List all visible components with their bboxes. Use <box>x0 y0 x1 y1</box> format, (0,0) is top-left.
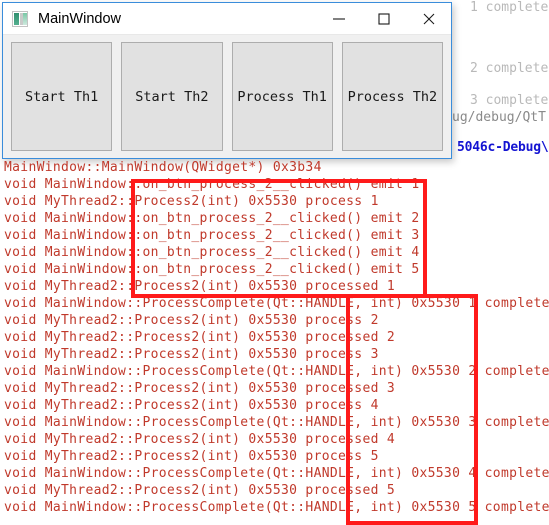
console-log-line: void MainWindow::ProcessComplete(Qt::HAN… <box>4 415 549 430</box>
button-row: Start Th1 Start Th2 Process Th1 Process … <box>3 34 451 160</box>
window-title: MainWindow <box>38 10 121 27</box>
console-log-line: void MyThread2::Process2(int) 0x5530 pro… <box>4 347 379 362</box>
close-icon <box>423 13 434 24</box>
console-log-line: void MainWindow::ProcessComplete(Qt::HAN… <box>4 364 549 379</box>
console-log-line: void MyThread2::Process2(int) 0x5530 pro… <box>4 449 379 464</box>
console-log-line: void MyThread2::Process2(int) 0x5530 pro… <box>4 432 396 447</box>
console-log-line: void MainWindow::on_btn_process_2__click… <box>4 177 420 192</box>
console-log-line: void MyThread2::Process2(int) 0x5530 pro… <box>4 279 396 294</box>
console-log-line: void MyThread2::Process2(int) 0x5530 pro… <box>4 483 396 498</box>
background-console-line: 1 complete <box>470 0 549 15</box>
qt-app-icon <box>12 10 28 27</box>
console-log-line: void MainWindow::on_btn_process_2__click… <box>4 262 420 277</box>
btn-start-th1[interactable]: Start Th1 <box>11 42 113 151</box>
title-bar[interactable]: MainWindow <box>3 3 451 35</box>
maximize-icon <box>377 12 390 25</box>
console-log-line: void MainWindow::ProcessComplete(Qt::HAN… <box>4 466 549 481</box>
console-log-line: void MyThread2::Process2(int) 0x5530 pro… <box>4 330 396 345</box>
console-log-line: void MainWindow::on_btn_process_2__click… <box>4 211 420 226</box>
maximize-button[interactable] <box>361 3 406 34</box>
background-console-line: 5046c-Debug\ <box>457 140 549 155</box>
background-console-line: 3 complete <box>470 93 549 108</box>
console-log-line: void MyThread2::Process2(int) 0x5530 pro… <box>4 194 379 209</box>
minimize-button[interactable] <box>316 3 361 34</box>
btn-start-th2[interactable]: Start Th2 <box>121 42 223 151</box>
console-log-line: void MyThread2::Process2(int) 0x5530 pro… <box>4 398 379 413</box>
console-log-line: void MainWindow::ProcessComplete(Qt::HAN… <box>4 500 549 515</box>
minimize-icon <box>332 17 345 20</box>
console-log-line: void MainWindow::on_btn_process_2__click… <box>4 245 420 260</box>
btn-process-th2[interactable]: Process Th2 <box>341 42 443 151</box>
console-log-line: void MainWindow::on_btn_process_2__click… <box>4 228 420 243</box>
close-button[interactable] <box>406 3 451 34</box>
console-log-line: void MainWindow::ProcessComplete(Qt::HAN… <box>4 296 549 311</box>
main-window[interactable]: MainWindow Start Th1 Start Th2 Process T… <box>2 2 452 159</box>
console-output[interactable]: MainWindow::MainWindow(QWidget*) 0x3b34v… <box>0 160 549 521</box>
btn-process-th1[interactable]: Process Th1 <box>231 42 333 151</box>
background-console-line: 2 complete <box>470 61 549 76</box>
background-console-line: ug/debug/QtT <box>452 110 546 125</box>
console-log-line: void MyThread2::Process2(int) 0x5530 pro… <box>4 313 379 328</box>
window-controls <box>316 3 451 34</box>
console-log-line: MainWindow::MainWindow(QWidget*) 0x3b34 <box>4 160 322 175</box>
console-log-line: void MyThread2::Process2(int) 0x5530 pro… <box>4 381 396 396</box>
